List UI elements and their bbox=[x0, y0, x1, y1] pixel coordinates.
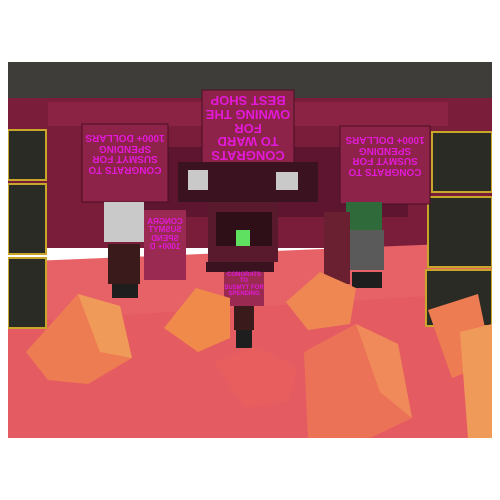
center-avatar bbox=[234, 306, 254, 348]
right-avatar bbox=[324, 202, 384, 288]
game-viewport[interactable]: CONGRATS TO WARD FOR OWNING THE BEST SHO… bbox=[8, 62, 492, 438]
right-sign-text: CONGRATS TO SUSMYT FOR SPENDING 1000+ DO… bbox=[345, 134, 425, 178]
center-sign-text: CONGRATS TO SUSMYT FOR SPENDING bbox=[224, 272, 264, 297]
left-avatar bbox=[104, 202, 144, 298]
left-speaker-stack bbox=[8, 129, 47, 329]
top-sign-text: CONGRATS TO WARD FOR OWNING THE BEST SHO… bbox=[205, 93, 291, 164]
right-speaker-stack bbox=[425, 131, 492, 327]
left-sign-text: CONGRATS TO SUSMYT FOR SPENDING 1000+ DO… bbox=[85, 132, 165, 176]
small-left-sign-text: CONGRA SUSMYT SPEND 1000+ D bbox=[147, 217, 183, 252]
